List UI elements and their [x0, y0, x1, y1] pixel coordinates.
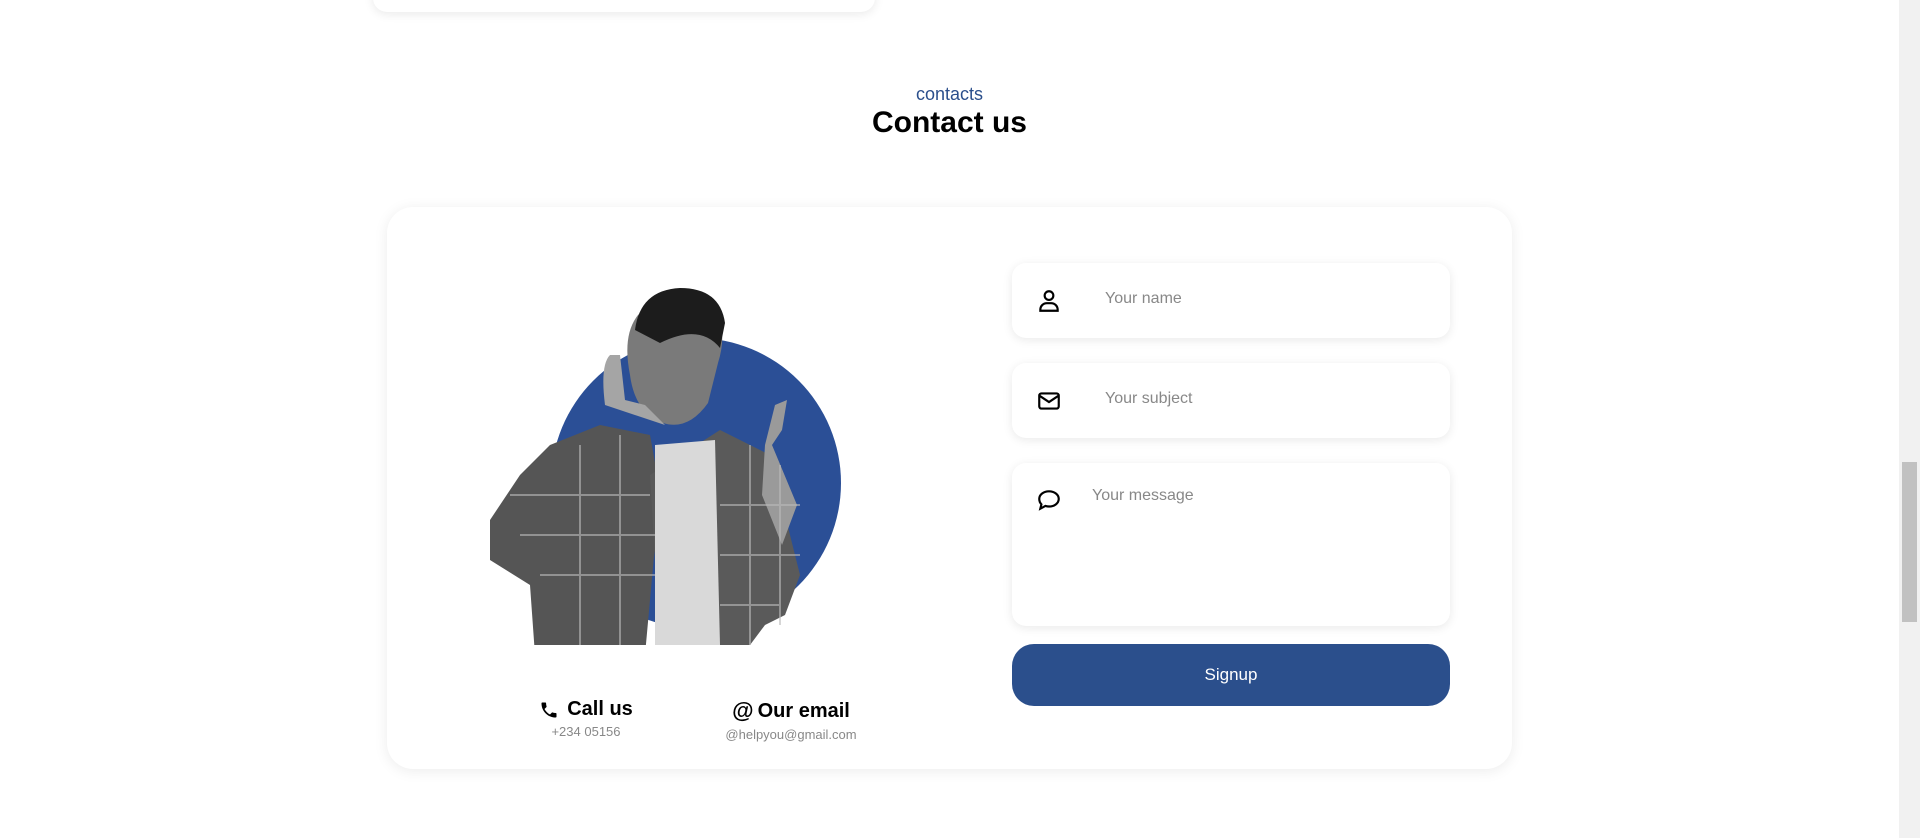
- scrollbar-thumb[interactable]: [1902, 462, 1917, 622]
- phone-number: +234 05156: [551, 724, 621, 739]
- section-eyebrow: contacts: [915, 84, 984, 104]
- message-input[interactable]: [1092, 487, 1430, 607]
- email-label: Our email: [757, 699, 850, 722]
- signup-button[interactable]: Signup: [1012, 644, 1450, 706]
- phone-icon: [541, 702, 557, 717]
- name-input[interactable]: [1105, 290, 1430, 308]
- previous-card: [373, 0, 875, 12]
- subject-field: [1012, 363, 1450, 438]
- at-icon: @: [732, 698, 754, 723]
- email-address[interactable]: @helpyou@gmail.com: [716, 727, 866, 742]
- chat-bubble-icon: [1038, 490, 1060, 511]
- envelope-icon: [1038, 391, 1060, 410]
- call-us-info: Call us +234 05156: [536, 698, 636, 739]
- user-icon: [1039, 289, 1059, 312]
- scrollbar-track[interactable]: [1899, 0, 1920, 838]
- email-info: @ Our email @helpyou@gmail.com: [716, 698, 866, 742]
- name-field: [1012, 263, 1450, 338]
- message-field: [1012, 463, 1450, 626]
- call-us-label: Call us: [567, 698, 633, 720]
- subject-input[interactable]: [1105, 390, 1430, 408]
- section-title: Contact us: [871, 106, 1027, 139]
- contact-illustration: [490, 288, 841, 645]
